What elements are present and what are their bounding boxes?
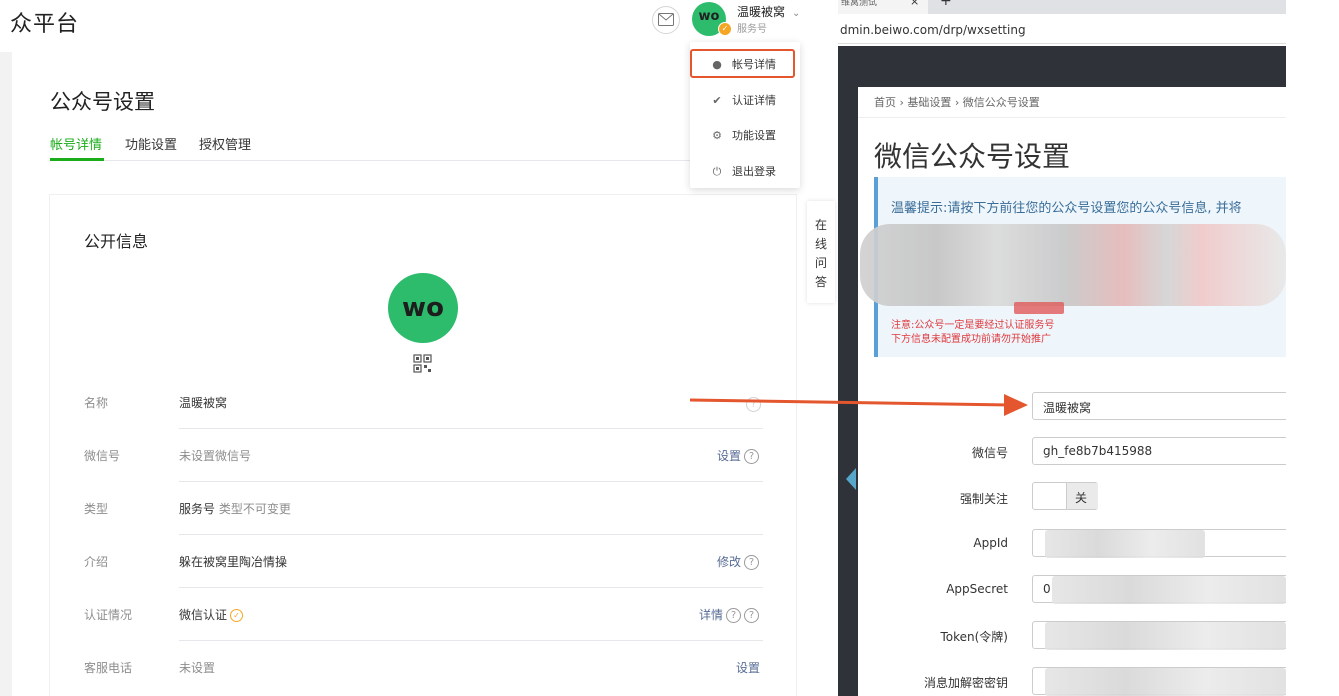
annotation-arrow: [689, 394, 1028, 416]
